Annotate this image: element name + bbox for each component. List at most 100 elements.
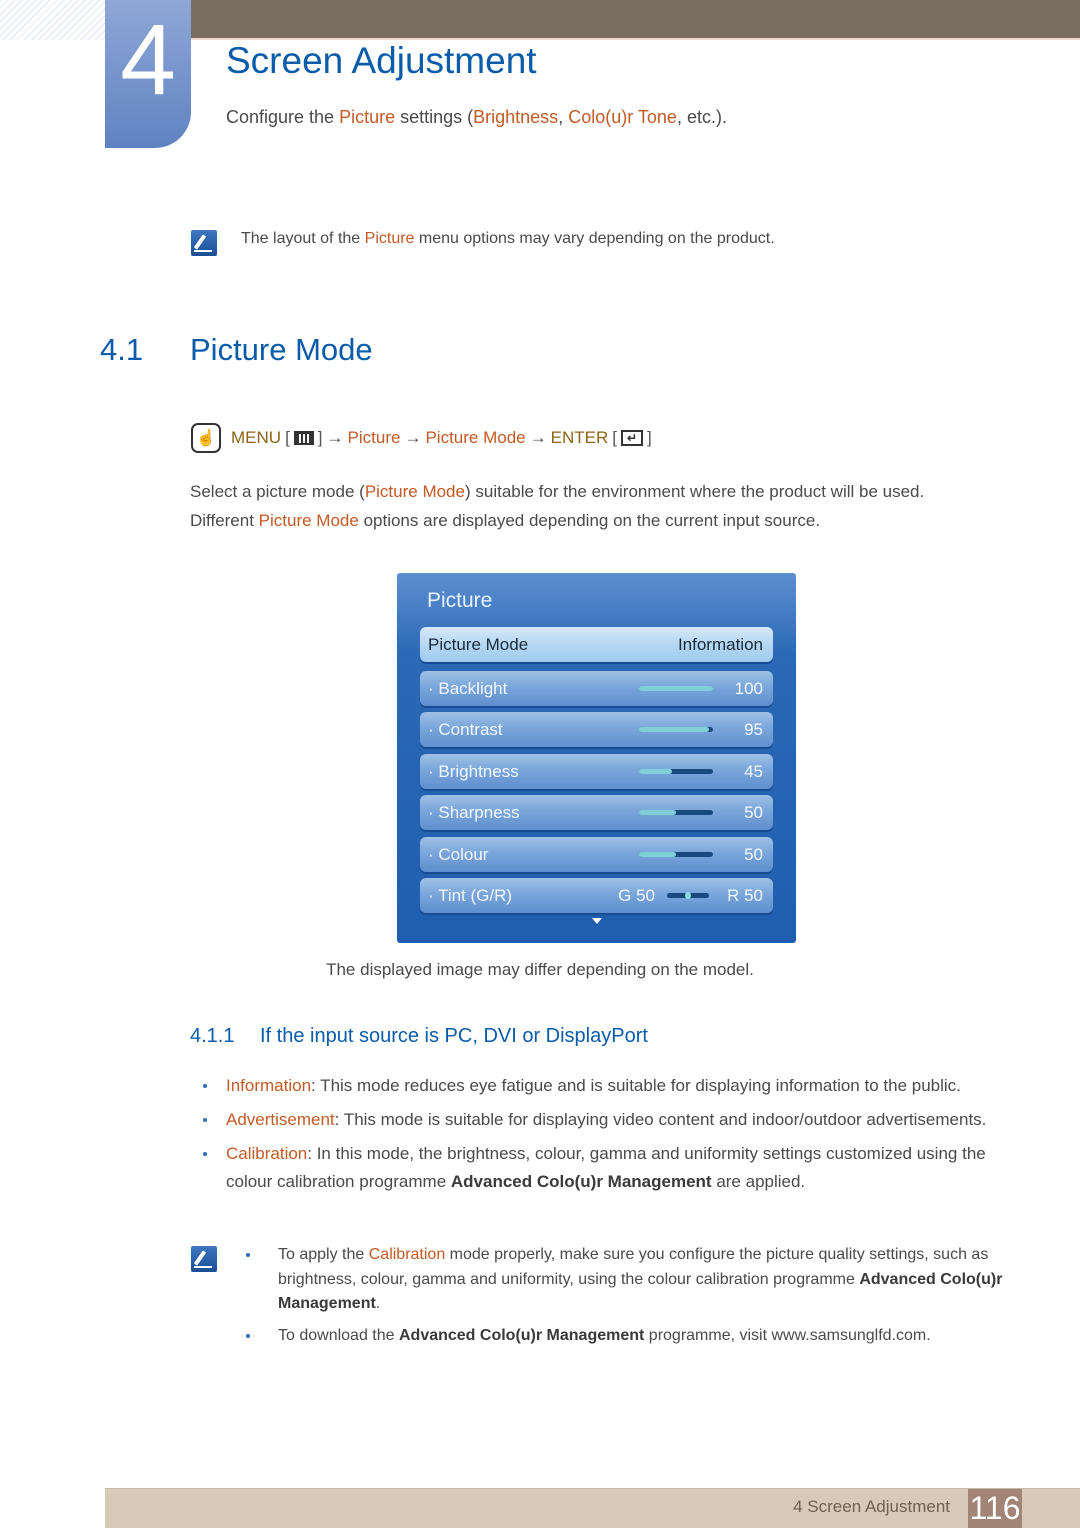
osd-row-value: 100 (734, 678, 763, 698)
subtitle-term-colour-tone: Colo(u)r Tone (568, 107, 677, 127)
note-pencil-icon (191, 230, 217, 256)
enter-label: ENTER (550, 428, 609, 447)
osd-row-value: 95 (744, 719, 763, 739)
page-number: 116 (968, 1489, 1022, 1528)
menu-grid-icon (293, 431, 314, 445)
intro-text: Different (190, 511, 259, 530)
slider-fill (639, 686, 713, 691)
osd-slider[interactable] (639, 769, 713, 774)
subtitle-text: Configure the (226, 107, 340, 127)
slider-fill (639, 852, 676, 857)
slider-fill (639, 810, 676, 815)
subtitle-text: , (558, 107, 569, 127)
bullet-dot (246, 1253, 250, 1257)
osd-row-label: · Sharpness (428, 802, 520, 822)
intro-term-picture-mode: Picture Mode (258, 511, 359, 530)
tint-g-value: G 50 (618, 885, 655, 905)
osd-row-colour[interactable]: · Colour 50 (420, 837, 773, 872)
mode-description: : This mode reduces eye fatigue and is s… (311, 1076, 961, 1095)
note-text: To apply the (278, 1246, 369, 1263)
menu-step-picture: Picture (347, 428, 401, 447)
intro-line-1: Select a picture mode (Picture Mode) sui… (190, 477, 1030, 506)
subtitle-term-brightness: Brightness (473, 107, 559, 127)
osd-row-value: 45 (744, 761, 763, 781)
osd-row-tint[interactable]: · Tint (G/R) G 50 R 50 (420, 878, 773, 913)
intro-term-picture-mode: Picture Mode (364, 482, 465, 501)
intro-line-2: Different Picture Mode options are displ… (190, 506, 1030, 535)
menu-path: ☝ MENU [] → Picture → Picture Mode → ENT… (191, 423, 652, 453)
intro-text: Select a picture mode ( (190, 482, 365, 501)
osd-slider[interactable] (639, 852, 713, 857)
menu-step-picture-mode: Picture Mode (425, 428, 526, 447)
programme-name: Advanced Colo(u)r Management (450, 1172, 712, 1191)
tint-r-value: R 50 (727, 885, 763, 905)
bullet-dot (203, 1118, 207, 1122)
bullet-dot (246, 1333, 250, 1338)
menu-label: MENU (231, 428, 282, 447)
section-title-text: Picture Mode (190, 332, 373, 367)
osd-row-value: 50 (744, 802, 763, 822)
intro-text: options are displayed depending on the c… (358, 511, 821, 530)
section-title: 4.1 Picture Mode (100, 332, 373, 368)
mode-name: Calibration (226, 1144, 308, 1163)
mode-name: Advertisement (226, 1110, 335, 1129)
osd-row-label: · Colour (428, 844, 489, 864)
osd-row-brightness[interactable]: · Brightness 45 (420, 754, 773, 789)
note-text: . (375, 1295, 381, 1312)
image-caption: The displayed image may differ depending… (326, 960, 754, 979)
top-note: The layout of the Picture menu options m… (241, 230, 775, 248)
intro-text: ) suitable for the environment where the… (464, 482, 925, 501)
chapter-subtitle: Configure the Picture settings (Brightne… (226, 107, 727, 128)
arrow-separator: → (404, 428, 422, 447)
osd-slider[interactable] (639, 810, 713, 815)
arrow-separator: → (326, 428, 344, 447)
note-text: menu options may vary depending on the p… (414, 230, 775, 247)
mode-description: : This mode is suitable for displaying v… (334, 1110, 987, 1129)
subtitle-term-picture: Picture (339, 107, 396, 127)
chapter-title: Screen Adjustment (226, 40, 537, 81)
list-item: Calibration: In this mode, the brightnes… (190, 1140, 1010, 1196)
osd-row-label: Picture Mode (428, 634, 529, 654)
tint-slider-knob[interactable] (685, 892, 691, 899)
mode-description: are applied. (711, 1172, 806, 1191)
tint-slider[interactable] (667, 892, 709, 899)
osd-row-value: Information (677, 634, 763, 654)
osd-row-label: · Backlight (428, 678, 508, 698)
subsection-number: 4.1.1 (190, 1025, 235, 1047)
slider-fill (639, 769, 673, 774)
osd-row-contrast[interactable]: · Contrast 95 (420, 712, 773, 747)
note-term-calibration: Calibration (368, 1246, 446, 1263)
bullet-dot (203, 1084, 207, 1088)
note-text: programme, visit www.samsunglfd.com. (644, 1326, 931, 1344)
note-text: The layout of the (241, 230, 365, 247)
section-number: 4.1 (100, 332, 144, 367)
note-term-picture: Picture (364, 230, 415, 247)
bottom-notes: To apply the Calibration mode properly, … (240, 1243, 1010, 1355)
mode-list: Information: This mode reduces eye fatig… (190, 1072, 1010, 1202)
list-item: To apply the Calibration mode properly, … (240, 1243, 1010, 1317)
subsection-title-text: If the input source is PC, DVI or Displa… (260, 1025, 648, 1047)
header-hatch-decoration (0, 0, 105, 40)
note-text: To download the (278, 1326, 399, 1344)
osd-row-backlight[interactable]: · Backlight 100 (420, 671, 773, 706)
enter-return-icon: ↵ (620, 430, 643, 446)
subtitle-text: settings ( (395, 107, 474, 127)
picture-osd-menu: Picture Picture Mode Information · Backl… (397, 573, 796, 943)
list-item: To download the Advanced Colo(u)r Manage… (240, 1324, 1010, 1349)
hand-remote-icon: ☝ (191, 423, 221, 453)
osd-row-sharpness[interactable]: · Sharpness 50 (420, 795, 773, 830)
osd-slider[interactable] (639, 727, 713, 732)
subtitle-text: , etc.). (676, 107, 727, 127)
programme-name: Advanced Colo(u)r Management (398, 1326, 645, 1344)
header-bar (190, 0, 1080, 40)
osd-row-label: · Brightness (428, 761, 519, 781)
osd-slider[interactable] (639, 686, 713, 691)
footer-chapter-label: 4 Screen Adjustment (793, 1497, 950, 1516)
list-item: Advertisement: This mode is suitable for… (190, 1106, 1010, 1134)
bullet-dot (203, 1152, 207, 1156)
osd-row-picture-mode[interactable]: Picture Mode Information (420, 627, 773, 662)
osd-row-label: · Tint (G/R) (428, 885, 513, 905)
arrow-separator: → (529, 428, 547, 447)
slider-fill (639, 727, 710, 732)
down-arrow-icon[interactable] (592, 918, 602, 924)
